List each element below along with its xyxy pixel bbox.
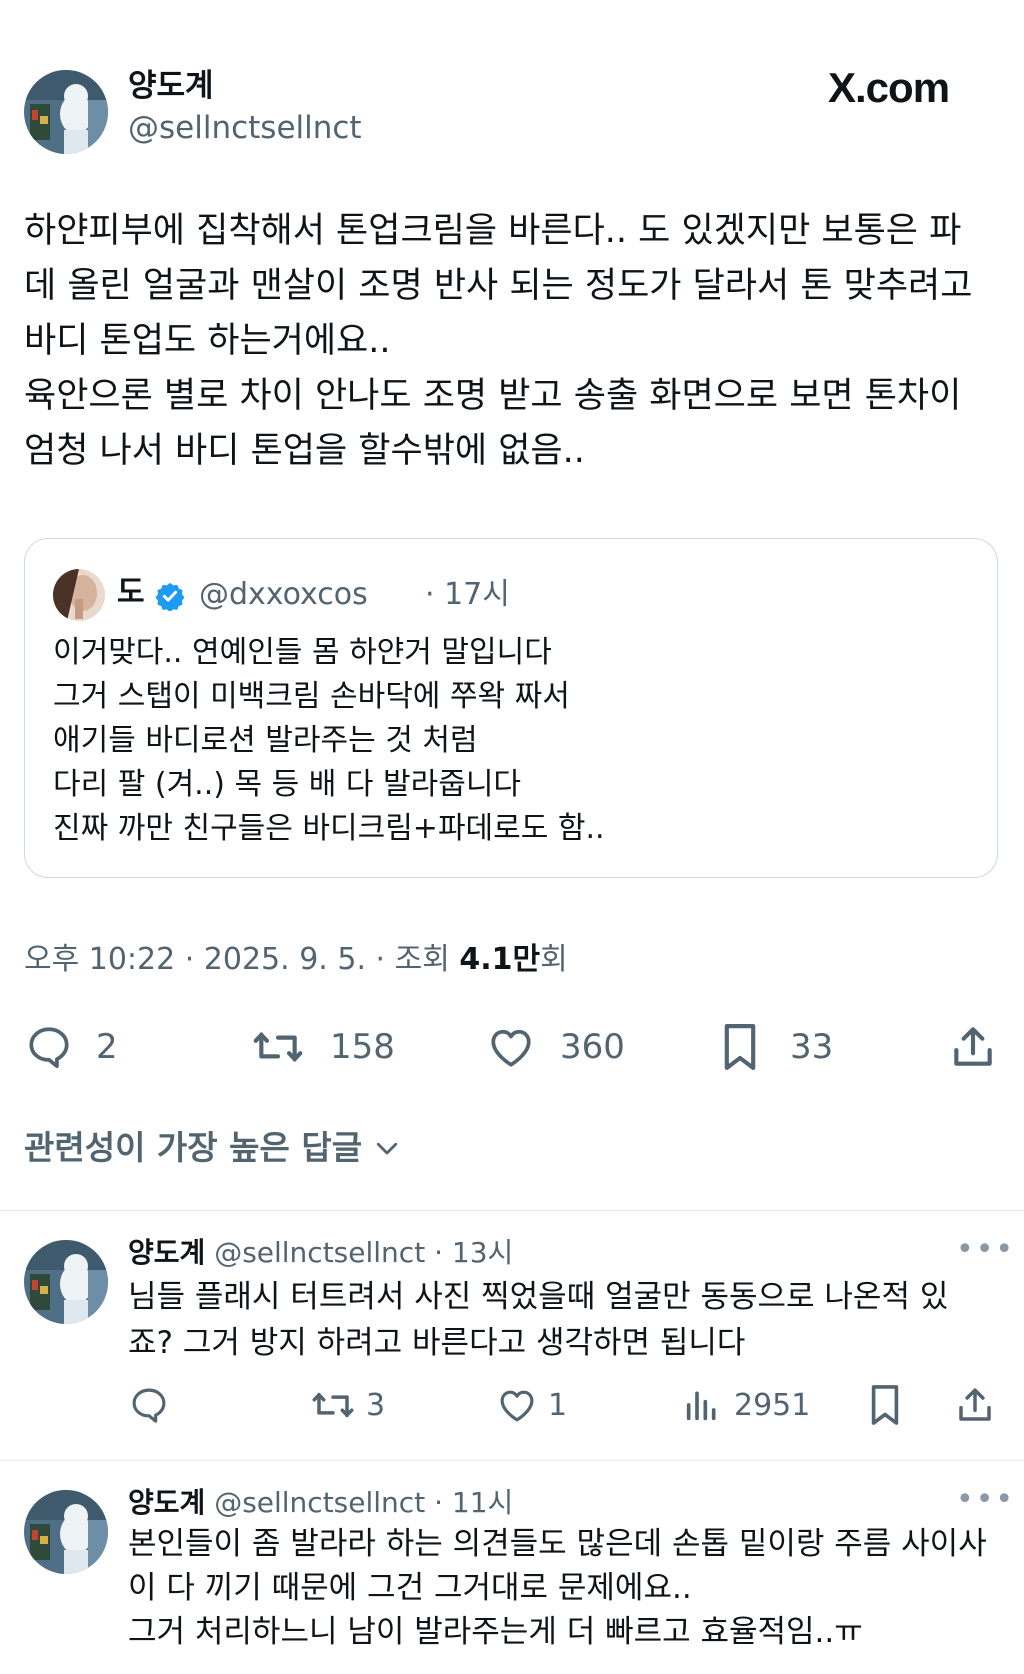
reply-header: 양도계 @sellnctsellnct · 11시 [128, 1484, 513, 1522]
post-meta: 오후 10:22 · 2025. 9. 5. · 조회 4.1만회 [24, 940, 568, 980]
repost-icon [310, 1384, 356, 1426]
reply-action[interactable]: 2 [24, 1022, 118, 1072]
view-suffix: 회 [540, 942, 568, 977]
reply-count: 2 [96, 1027, 118, 1067]
reply-like-count: 1 [548, 1387, 568, 1423]
reply-text-line: 이 다 끼기 때문에 그건 그거대로 문제에요.. [128, 1570, 692, 1606]
reply-display-name[interactable]: 양도계 [128, 1236, 205, 1269]
quote-text-line: 다리 팔 (겨..) 목 등 배 다 발라줍니다 [53, 767, 522, 802]
reply-header: 양도계 @sellnctsellnct · 13시 [128, 1234, 513, 1272]
quote-card[interactable]: 도 @dxxoxcos · 17시 이거맞다.. 연예인들 몸 하얀거 말입니다… [24, 538, 998, 878]
chevron-down-icon [372, 1133, 402, 1163]
quote-text-line: 진짜 까만 친구들은 바디크림+파데로도 함.. [53, 811, 605, 846]
reply-repost-count: 3 [366, 1387, 386, 1423]
share-icon [954, 1384, 996, 1426]
x-logo-text: X.com [828, 64, 950, 111]
quote-timestamp[interactable]: · 17시 [425, 575, 510, 615]
more-icon[interactable]: ••• [956, 1235, 1015, 1265]
reply-display-name[interactable]: 양도계 [128, 1486, 205, 1519]
reply-like-action[interactable]: 1 [496, 1384, 567, 1426]
post-time[interactable]: 오후 10:22 · 2025. 9. 5. · 조회 [24, 942, 459, 977]
reply-text: 본인들이 좀 발라라 하는 의견들도 많은데 손톱 밑이랑 주름 사이사 이 다… [128, 1522, 987, 1654]
bookmark-icon [718, 1020, 762, 1074]
post-text-line: 바디 톤업도 하는거에요.. [24, 321, 391, 361]
reply-handle[interactable]: @sellnctsellnct · 11시 [214, 1486, 513, 1519]
share-icon [948, 1022, 998, 1072]
bookmark-count: 33 [790, 1027, 834, 1067]
post-text-line: 데 올린 얼굴과 맨살이 조명 반사 되는 정도가 달라서 톤 맞추려고 [24, 266, 973, 306]
author-display-name[interactable]: 양도계 [128, 66, 214, 106]
reply-icon [24, 1022, 74, 1072]
verified-badge-icon [155, 581, 185, 611]
like-count: 360 [560, 1027, 625, 1067]
reply-reply-action[interactable] [128, 1384, 170, 1426]
view-count: 4.1만 [459, 942, 541, 977]
quote-text-line: 그거 스탭이 미백크림 손바닥에 쭈왁 짜서 [53, 679, 570, 714]
reply-share-action[interactable] [954, 1384, 996, 1426]
reply-bookmark-action[interactable] [866, 1382, 904, 1428]
heart-icon [486, 1022, 536, 1072]
bookmark-icon [866, 1382, 904, 1428]
reply-avatar[interactable] [24, 1240, 108, 1324]
reply-avatar[interactable] [24, 1490, 108, 1574]
analytics-icon [682, 1384, 722, 1426]
post-text-line: 육안으론 별로 차이 안나도 조명 받고 송출 화면으로 보면 톤차이 [24, 376, 962, 416]
divider [0, 1460, 1024, 1461]
post-text: 하얀피부에 집착해서 톤업크림을 바른다.. 도 있겠지만 보통은 파 데 올린… [24, 204, 1014, 479]
quote-display-name[interactable]: 도 [117, 573, 145, 613]
reply-views-count: 2951 [734, 1387, 811, 1423]
reply-text-line: 님들 플래시 터트려서 사진 찍었을때 얼굴만 동동으로 나온적 있 [128, 1279, 949, 1315]
reply-views-action[interactable]: 2951 [682, 1384, 810, 1426]
top-cutoff-bar [0, 0, 1024, 4]
quote-text-line: 이거맞다.. 연예인들 몸 하얀거 말입니다 [53, 635, 552, 670]
repost-action[interactable]: 158 [250, 1022, 395, 1072]
quote-text-line: 애기들 바디로션 발라주는 것 처럼 [53, 723, 478, 758]
bookmark-action[interactable]: 33 [718, 1020, 833, 1074]
author-avatar[interactable] [24, 70, 108, 154]
heart-icon [496, 1384, 538, 1426]
reply-icon [128, 1384, 170, 1426]
author-handle[interactable]: @sellnctsellnct [128, 108, 362, 148]
more-icon[interactable]: ••• [956, 1485, 1015, 1515]
post-text-line: 하얀피부에 집착해서 톤업크림을 바른다.. 도 있겠지만 보통은 파 [24, 211, 962, 251]
quote-handle[interactable]: @dxxoxcos [199, 575, 368, 615]
divider [0, 1210, 1024, 1211]
reply-sort-label: 관련성이 가장 높은 답글 [24, 1128, 363, 1167]
reply-text-line: 그거 처리하느니 남이 발라주는게 더 빠르고 효율적임..ㅠ [128, 1614, 863, 1650]
quote-avatar[interactable] [53, 569, 105, 621]
quote-text: 이거맞다.. 연예인들 몸 하얀거 말입니다 그거 스탭이 미백크림 손바닥에 … [53, 631, 605, 851]
reply-handle[interactable]: @sellnctsellnct · 13시 [214, 1236, 513, 1269]
repost-count: 158 [330, 1027, 395, 1067]
reply-repost-action[interactable]: 3 [310, 1384, 385, 1426]
reply-text-line: 죠? 그거 방지 하려고 바른다고 생각하면 됩니다 [128, 1325, 746, 1361]
repost-icon [250, 1022, 306, 1072]
reply-text-line: 본인들이 좀 발라라 하는 의견들도 많은데 손톱 밑이랑 주름 사이사 [128, 1526, 987, 1562]
share-action[interactable] [948, 1022, 998, 1072]
reply-sort-dropdown[interactable]: 관련성이 가장 높은 답글 [24, 1126, 402, 1170]
like-action[interactable]: 360 [486, 1022, 625, 1072]
reply-text: 님들 플래시 터트려서 사진 찍었을때 얼굴만 동동으로 나온적 있 죠? 그거… [128, 1274, 948, 1366]
post-text-line: 엄청 나서 바디 톤업을 할수밖에 없음.. [24, 431, 585, 471]
